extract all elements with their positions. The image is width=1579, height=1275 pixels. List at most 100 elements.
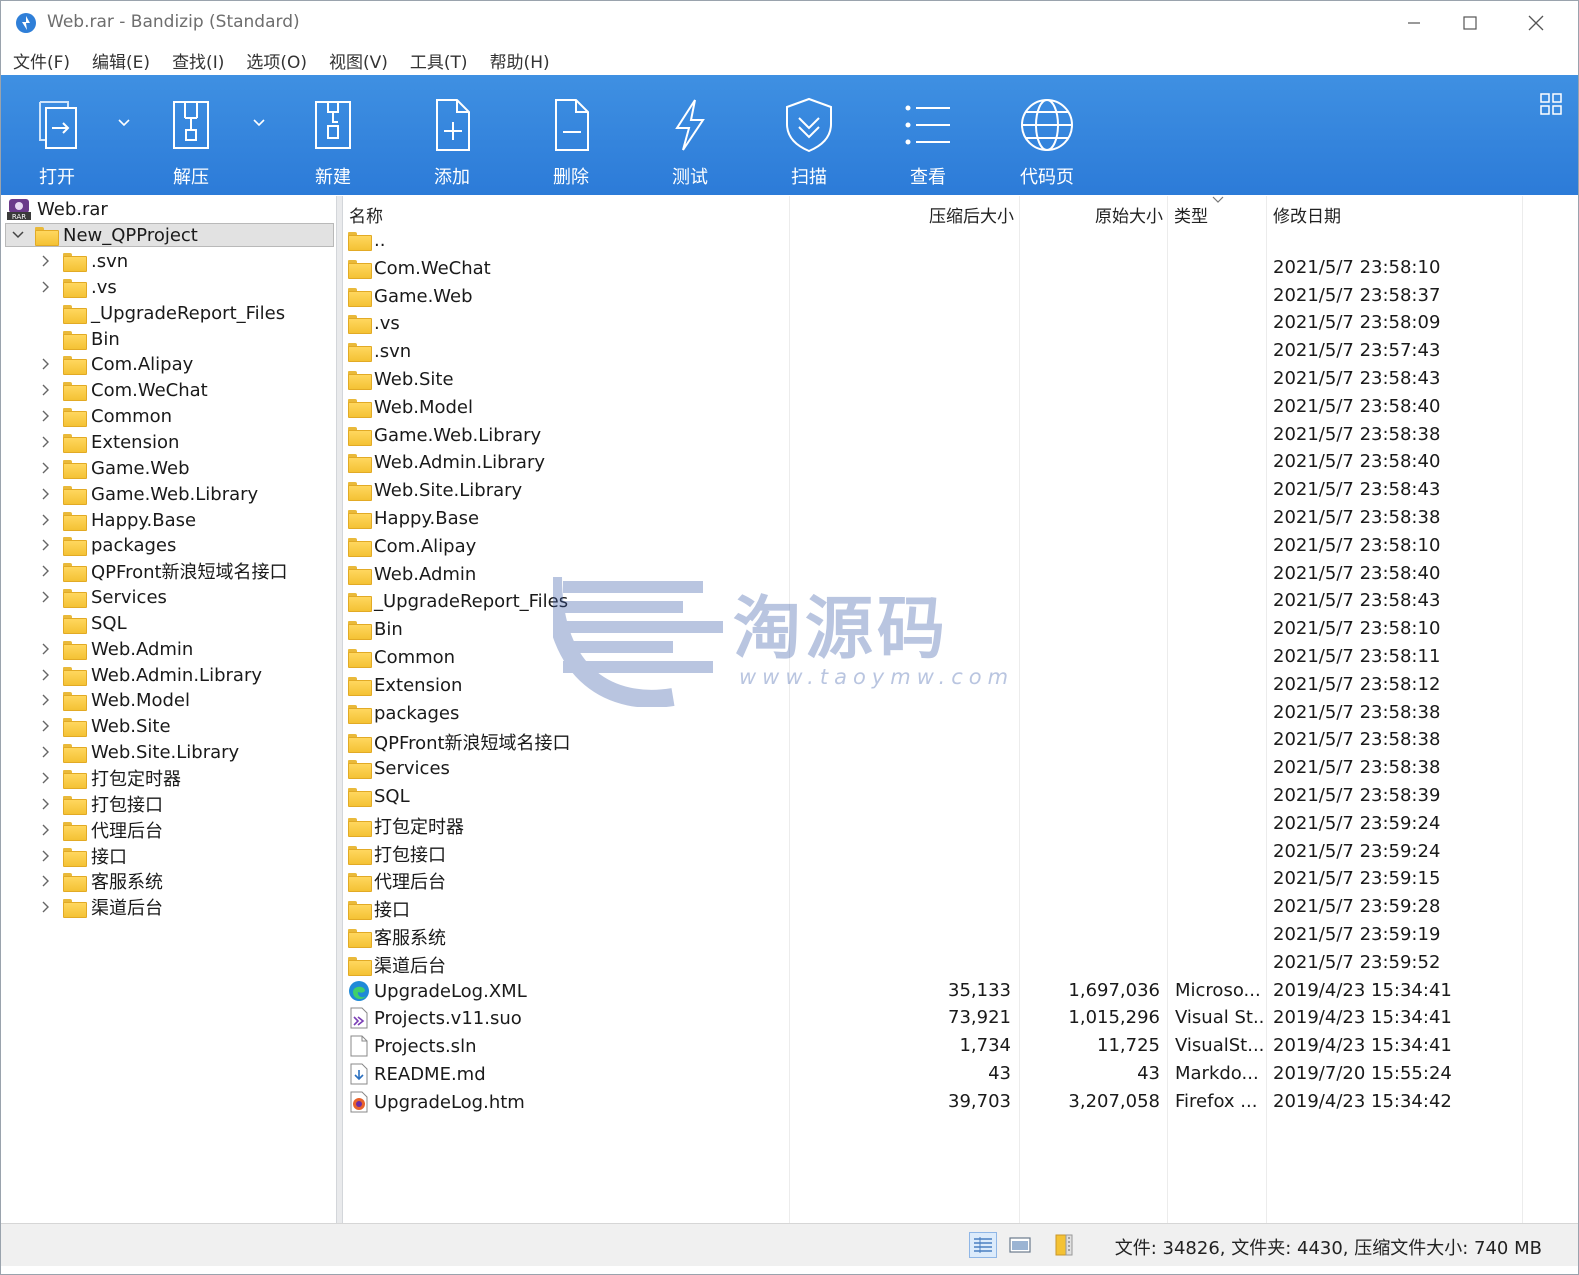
chevron-right-icon[interactable] — [39, 280, 53, 294]
file-row[interactable]: Extension 2021/5/7 23:58:12 — [344, 672, 1522, 700]
tree-item[interactable]: _UpgradeReport_Files — [39, 300, 285, 326]
file-row[interactable]: .svn 2021/5/7 23:57:43 — [344, 338, 1522, 366]
chevron-right-icon[interactable] — [39, 668, 53, 682]
maximize-button[interactable] — [1446, 7, 1494, 39]
file-row[interactable]: README.md 43 43 Markdo... 2019/7/20 15:55:24 — [344, 1061, 1522, 1089]
tree-item[interactable]: Common — [39, 403, 172, 429]
preview-view-toggle[interactable] — [1006, 1232, 1034, 1258]
tree-item[interactable]: .vs — [39, 274, 117, 300]
tree-item[interactable]: Com.Alipay — [39, 351, 193, 377]
chevron-right-icon[interactable] — [39, 357, 53, 371]
column-header-modified[interactable]: 修改日期 — [1273, 202, 1341, 227]
file-row[interactable]: Web.Admin.Library 2021/5/7 23:58:40 — [344, 449, 1522, 477]
tree-item[interactable]: 代理后台 — [39, 817, 163, 843]
file-row[interactable]: Web.Admin 2021/5/7 23:58:40 — [344, 561, 1522, 589]
details-view-toggle[interactable] — [969, 1232, 997, 1258]
file-row[interactable]: UpgradeLog.htm 39,703 3,207,058 Firefox ...… — [344, 1089, 1522, 1117]
menu-options[interactable]: 选项(O) — [246, 48, 307, 73]
tree-item[interactable]: 打包定时器 — [39, 765, 181, 791]
pane-splitter[interactable] — [336, 196, 343, 1223]
grid-layout-icon[interactable] — [1540, 93, 1562, 115]
chevron-right-icon[interactable] — [39, 642, 53, 656]
tree-item[interactable]: Happy.Base — [39, 507, 196, 533]
chevron-down-icon[interactable] — [11, 228, 25, 242]
chevron-right-icon[interactable] — [39, 693, 53, 707]
column-header-original-size[interactable]: 原始大小 — [1095, 202, 1163, 227]
chevron-right-icon[interactable] — [39, 823, 53, 837]
tree-item[interactable]: Web.Admin.Library — [39, 662, 262, 688]
file-row[interactable]: 渠道后台 2021/5/7 23:59:52 — [344, 950, 1522, 978]
file-row[interactable]: Bin 2021/5/7 23:58:10 — [344, 616, 1522, 644]
open-dropdown[interactable] — [114, 113, 134, 133]
chevron-right-icon[interactable] — [39, 900, 53, 914]
chevron-right-icon[interactable] — [39, 590, 53, 604]
tree-item[interactable]: SQL — [39, 610, 127, 636]
file-row[interactable]: Web.Site.Library 2021/5/7 23:58:43 — [344, 477, 1522, 505]
chevron-right-icon[interactable] — [39, 564, 53, 578]
delete-button[interactable]: 删除 — [541, 75, 601, 195]
extract-button[interactable]: 解压 — [161, 75, 221, 195]
tree-item[interactable]: Web.Site.Library — [39, 739, 239, 765]
tree-item[interactable]: Game.Web — [39, 455, 190, 481]
menu-help[interactable]: 帮助(H) — [490, 48, 550, 73]
file-row[interactable]: Com.WeChat 2021/5/7 23:58:10 — [344, 255, 1522, 283]
tree-item[interactable]: 打包接口 — [39, 791, 163, 817]
file-row[interactable]: packages 2021/5/7 23:58:38 — [344, 700, 1522, 728]
file-row[interactable]: QPFront新浪短域名接口 2021/5/7 23:58:38 — [344, 727, 1522, 755]
archive-info-button[interactable] — [1051, 1232, 1079, 1258]
tree-item[interactable]: Services — [39, 584, 167, 610]
tree-item[interactable]: Web.Model — [39, 687, 190, 713]
view-button[interactable]: 查看 — [898, 75, 958, 195]
chevron-right-icon[interactable] — [39, 745, 53, 759]
tree-item[interactable]: .svn — [39, 248, 128, 274]
tree-item[interactable]: 客服系统 — [39, 868, 163, 894]
file-row[interactable]: Web.Model 2021/5/7 23:58:40 — [344, 394, 1522, 422]
column-header-type[interactable]: 类型 — [1174, 202, 1208, 227]
file-row[interactable]: Common 2021/5/7 23:58:11 — [344, 644, 1522, 672]
file-row[interactable]: Web.Site 2021/5/7 23:58:43 — [344, 366, 1522, 394]
menu-find[interactable]: 查找(I) — [172, 48, 224, 73]
extract-dropdown[interactable] — [249, 113, 269, 133]
tree-item[interactable]: Extension — [39, 429, 179, 455]
minimize-button[interactable] — [1390, 7, 1438, 39]
chevron-right-icon[interactable] — [39, 487, 53, 501]
chevron-right-icon[interactable] — [39, 771, 53, 785]
file-row[interactable]: _UpgradeReport_Files 2021/5/7 23:58:43 — [344, 588, 1522, 616]
new-archive-button[interactable]: 新建 — [303, 75, 363, 195]
add-button[interactable]: 添加 — [422, 75, 482, 195]
file-row[interactable]: Projects.v11.suo 73,921 1,015,296 Visual St… — [344, 1005, 1522, 1033]
file-row[interactable]: 接口 2021/5/7 23:59:28 — [344, 894, 1522, 922]
chevron-right-icon[interactable] — [39, 513, 53, 527]
scan-button[interactable]: 扫描 — [779, 75, 839, 195]
tree-item[interactable]: QPFront新浪短域名接口 — [39, 558, 288, 584]
codepage-button[interactable]: 代码页 — [1014, 75, 1080, 195]
file-row[interactable]: Com.Alipay 2021/5/7 23:58:10 — [344, 533, 1522, 561]
tree-item[interactable]: Web.Site — [39, 713, 171, 739]
file-row[interactable]: Happy.Base 2021/5/7 23:58:38 — [344, 505, 1522, 533]
tree-item[interactable]: Web.Admin — [39, 636, 193, 662]
chevron-right-icon[interactable] — [39, 719, 53, 733]
file-row[interactable]: UpgradeLog.XML 35,133 1,697,036 Microso... 2… — [344, 978, 1522, 1006]
column-header-packed-size[interactable]: 压缩后大小 — [929, 202, 1014, 227]
file-row[interactable]: .. — [344, 227, 1522, 255]
chevron-right-icon[interactable] — [39, 383, 53, 397]
file-row[interactable]: 打包定时器 2021/5/7 23:59:24 — [344, 811, 1522, 839]
menu-file[interactable]: 文件(F) — [13, 48, 70, 73]
chevron-right-icon[interactable] — [39, 461, 53, 475]
menu-view[interactable]: 视图(V) — [329, 48, 388, 73]
close-button[interactable] — [1512, 7, 1560, 39]
file-row[interactable]: Services 2021/5/7 23:58:38 — [344, 755, 1522, 783]
chevron-right-icon[interactable] — [39, 254, 53, 268]
tree-item[interactable]: packages — [39, 532, 176, 558]
tree-item[interactable]: Bin — [39, 326, 120, 352]
file-row[interactable]: 代理后台 2021/5/7 23:59:15 — [344, 866, 1522, 894]
chevron-right-icon[interactable] — [39, 849, 53, 863]
tree-root[interactable]: RAR Web.rar — [7, 196, 108, 222]
file-row[interactable]: .vs 2021/5/7 23:58:09 — [344, 310, 1522, 338]
chevron-right-icon[interactable] — [39, 874, 53, 888]
file-row[interactable]: SQL 2021/5/7 23:58:39 — [344, 783, 1522, 811]
open-button[interactable]: 打开 — [27, 75, 87, 195]
file-row[interactable]: Game.Web 2021/5/7 23:58:37 — [344, 283, 1522, 311]
file-row[interactable]: 客服系统 2021/5/7 23:59:19 — [344, 922, 1522, 950]
menu-tools[interactable]: 工具(T) — [410, 48, 468, 73]
